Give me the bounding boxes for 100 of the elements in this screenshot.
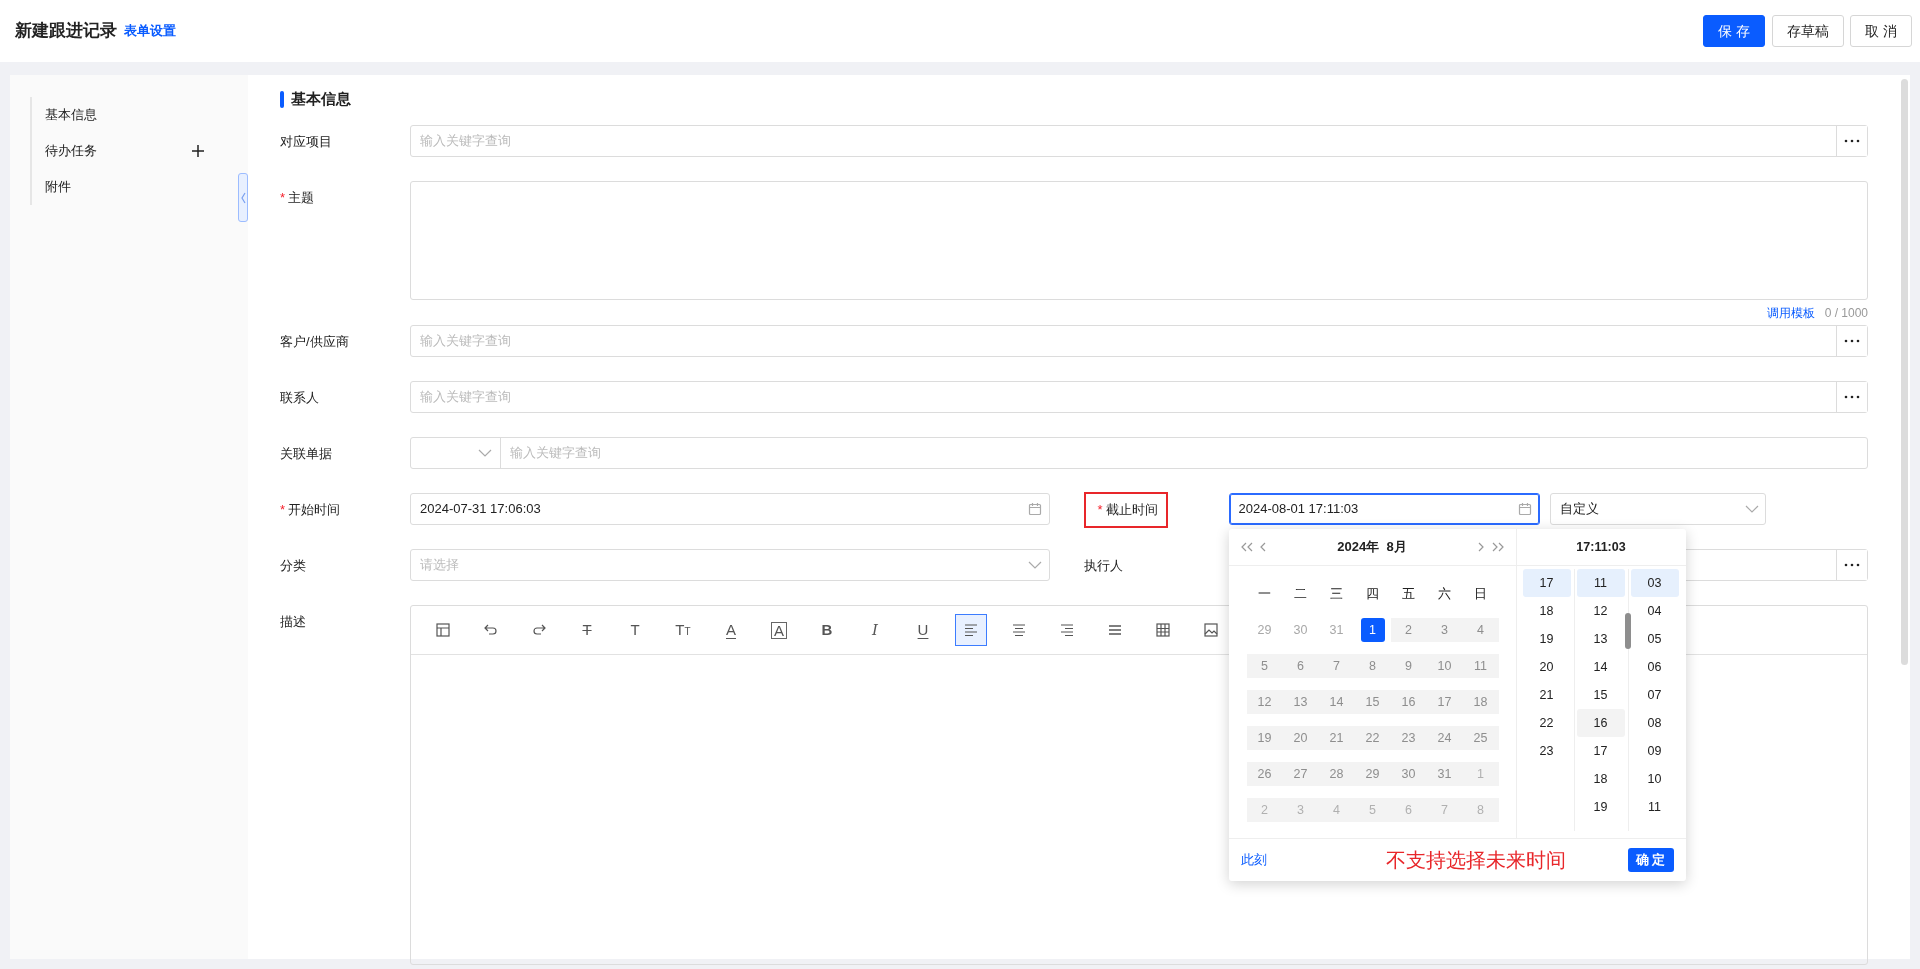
toolbar-button[interactable]: I xyxy=(859,614,891,646)
calendar-day: 26 xyxy=(1246,762,1283,786)
chevron-right-icon xyxy=(1478,542,1485,552)
more-button[interactable] xyxy=(1836,382,1867,412)
page-title: 新建跟进记录 xyxy=(15,20,117,43)
calendar-day: 10 xyxy=(1426,654,1463,678)
time-option[interactable]: 03 xyxy=(1630,569,1679,597)
time-option[interactable]: 18 xyxy=(1576,765,1625,793)
time-option[interactable]: 07 xyxy=(1630,681,1679,709)
time-option[interactable]: 06 xyxy=(1630,653,1679,681)
calendar-day: 9 xyxy=(1390,654,1427,678)
weekday-label: 一 xyxy=(1257,585,1272,603)
sidebar-item[interactable]: 待办任务 xyxy=(45,141,97,161)
time-option[interactable]: 19 xyxy=(1576,793,1625,821)
time-option[interactable]: 17 xyxy=(1576,737,1625,765)
time-option[interactable]: 17 xyxy=(1522,569,1571,597)
time-option[interactable]: 11 xyxy=(1630,793,1679,821)
calendar-day: 21 xyxy=(1318,726,1355,750)
time-option[interactable]: 10 xyxy=(1630,765,1679,793)
time-option[interactable]: 16 xyxy=(1576,709,1625,737)
scroll-thumb[interactable] xyxy=(1624,613,1631,649)
time-option[interactable]: 13 xyxy=(1576,625,1625,653)
toolbar-button[interactable]: U xyxy=(907,614,939,646)
calendar-day: 8 xyxy=(1354,654,1391,678)
toolbar-button[interactable] xyxy=(955,614,987,646)
calendar-day: 28 xyxy=(1318,762,1355,786)
required-mark: * xyxy=(280,502,286,517)
calendar-day: 17 xyxy=(1426,690,1463,714)
weekday-label: 四 xyxy=(1365,585,1380,603)
time-option[interactable]: 21 xyxy=(1522,681,1571,709)
mode-select-input[interactable]: 自定义 xyxy=(1550,494,1745,524)
calendar-day: 5 xyxy=(1354,798,1391,822)
justify-icon xyxy=(1107,622,1123,638)
form-settings-link[interactable]: 表单设置 xyxy=(123,21,176,41)
table-icon xyxy=(1155,622,1171,638)
scrollbar[interactable] xyxy=(1901,79,1908,665)
calendar-day: 7 xyxy=(1426,798,1463,822)
calendar-icon xyxy=(1518,502,1532,516)
double-chevron-right-icon xyxy=(1491,542,1504,552)
time-option[interactable]: 19 xyxy=(1522,625,1571,653)
field-label: 对应项目 xyxy=(280,134,332,149)
toolbar-button[interactable]: A xyxy=(715,614,747,646)
selected-day[interactable]: 1 xyxy=(1360,618,1385,642)
calendar-icon xyxy=(1028,502,1042,516)
month-title: 2024年 8月 xyxy=(1337,538,1407,557)
sidebar-item[interactable]: 附件 xyxy=(45,177,71,197)
time-option[interactable]: 05 xyxy=(1630,625,1679,653)
template-link[interactable]: 调用模板 xyxy=(1766,303,1815,322)
calendar-day: 23 xyxy=(1390,726,1427,750)
chevron-left-icon xyxy=(1259,542,1266,552)
image-icon xyxy=(1203,622,1219,638)
calendar-day: 15 xyxy=(1354,690,1391,714)
time-option[interactable]: 14 xyxy=(1576,653,1625,681)
field-label: 截止时间 xyxy=(1105,502,1158,517)
align-center-icon xyxy=(1011,622,1027,638)
time-option[interactable]: 08 xyxy=(1630,709,1679,737)
calendar-day: 31 xyxy=(1426,762,1463,786)
required-mark: * xyxy=(1097,502,1103,517)
time-option[interactable]: 15 xyxy=(1576,681,1625,709)
toolbar-button[interactable]: T xyxy=(619,614,651,646)
chevron-down-icon xyxy=(1744,505,1759,513)
mode-select[interactable]: 自定义 xyxy=(1549,493,1766,525)
field-label: 客户/供应商 xyxy=(280,334,349,349)
more-button[interactable] xyxy=(1836,126,1867,156)
sidebar-item[interactable]: 基本信息 xyxy=(45,105,97,125)
calendar-day: 14 xyxy=(1318,690,1355,714)
header-button[interactable]: 存草稿 xyxy=(1771,15,1844,47)
confirm-button[interactable]: 确 定 xyxy=(1628,848,1674,872)
toolbar-button[interactable]: TT xyxy=(667,614,699,646)
plus-icon[interactable] xyxy=(191,144,205,158)
calendar-day: 24 xyxy=(1426,726,1463,750)
calendar-day: 4 xyxy=(1318,798,1355,822)
time-option[interactable]: 09 xyxy=(1630,737,1679,765)
character-counter: 0 / 1000 xyxy=(1824,304,1868,322)
header-button[interactable]: 取 消 xyxy=(1850,15,1912,47)
collapse-handle[interactable] xyxy=(238,173,248,222)
calendar-day: 3 xyxy=(1426,618,1463,642)
toolbar-button[interactable]: B xyxy=(811,614,843,646)
calendar-day: 12 xyxy=(1246,690,1283,714)
required-mark: * xyxy=(280,190,286,205)
time-option[interactable]: 22 xyxy=(1522,709,1571,737)
calendar-day: 8 xyxy=(1462,798,1499,822)
calendar-day: 27 xyxy=(1282,762,1319,786)
field-label: 关联单据 xyxy=(280,446,332,461)
now-link[interactable]: 此刻 xyxy=(1240,850,1267,870)
time-option[interactable]: 23 xyxy=(1522,737,1571,765)
chevron-down-icon xyxy=(1028,561,1042,569)
weekday-label: 二 xyxy=(1293,585,1308,603)
time-option[interactable]: 20 xyxy=(1522,653,1571,681)
toolbar-button[interactable]: T xyxy=(571,614,603,646)
calendar-day: 6 xyxy=(1282,654,1319,678)
more-icon xyxy=(1844,563,1860,567)
save-button[interactable]: 保 存 xyxy=(1703,15,1766,47)
time-option[interactable]: 11 xyxy=(1576,569,1625,597)
toolbar-button[interactable]: A xyxy=(763,614,795,646)
more-button[interactable] xyxy=(1836,550,1867,580)
more-button[interactable] xyxy=(1836,326,1867,356)
field-label: 主题 xyxy=(288,190,315,205)
calendar-day: 3 xyxy=(1282,798,1319,822)
annotation-note: 不支持选择未来时间 xyxy=(1386,847,1566,874)
